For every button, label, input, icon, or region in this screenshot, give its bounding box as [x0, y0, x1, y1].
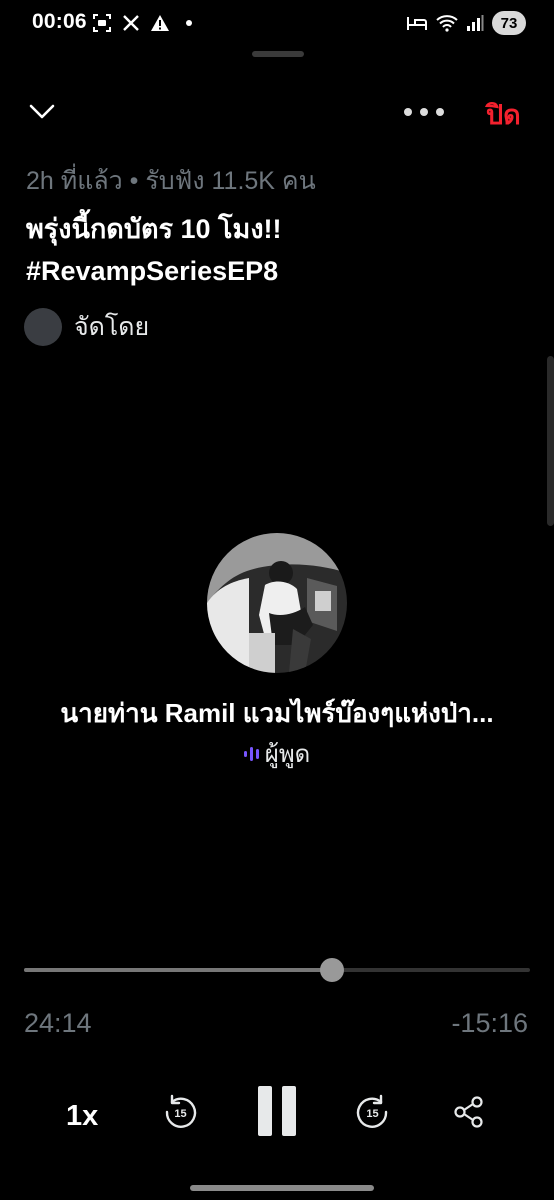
share-icon	[454, 1096, 483, 1128]
forward-15-button[interactable]: 15	[355, 1094, 391, 1130]
playback-speed-button[interactable]: 1x	[66, 1100, 98, 1133]
x-logo-icon	[123, 15, 139, 31]
rewind-15-button[interactable]: 15	[162, 1094, 198, 1130]
speaker-avatar[interactable]	[207, 533, 347, 673]
collapse-button[interactable]	[26, 96, 58, 128]
progress-thumb[interactable]	[319, 958, 344, 982]
pause-icon-bar	[282, 1086, 296, 1136]
forward-icon: 15	[356, 1094, 388, 1128]
host-avatar[interactable]	[24, 308, 62, 346]
bed-icon	[407, 17, 427, 30]
scrollbar[interactable]	[547, 356, 554, 526]
more-icon-dot	[420, 108, 428, 116]
more-icon-dot	[436, 108, 444, 116]
progress-fill	[24, 968, 332, 972]
speaker-name: นายท่าน Ramil แวมไพร์บ๊องๆแห่งป่า...	[60, 698, 494, 728]
share-button[interactable]	[452, 1095, 486, 1129]
rewind-seconds: 15	[174, 1108, 186, 1120]
host-label: จัดโดย	[74, 313, 150, 341]
status-time: 00:06	[32, 10, 87, 33]
speaker-role: ผู้พูด	[0, 734, 554, 773]
wifi-icon	[436, 15, 458, 32]
status-icons-right: 73	[406, 11, 526, 35]
space-title: พรุ่งนี้กดบัตร 10 โมง!! #RevampSeriesEP8	[26, 214, 282, 286]
speaker-role-label: ผู้พูด	[264, 741, 311, 768]
more-icon-dot	[404, 108, 412, 116]
close-button[interactable]: ปิด	[486, 93, 521, 136]
pause-button[interactable]	[255, 1086, 299, 1138]
time-elapsed: 24:14	[24, 1008, 92, 1038]
speaker-photo	[207, 533, 347, 673]
time-remaining: -15:16	[451, 1008, 528, 1038]
home-indicator[interactable]	[190, 1185, 374, 1191]
sheet-handle[interactable]	[252, 51, 304, 57]
speaking-wave-icon	[243, 746, 259, 761]
pause-icon-bar	[258, 1086, 272, 1136]
rewind-icon: 15	[165, 1094, 197, 1128]
host-row[interactable]: จัดโดย	[24, 307, 149, 347]
warning-icon	[151, 15, 169, 31]
forward-seconds: 15	[366, 1108, 378, 1120]
more-button[interactable]	[404, 100, 444, 124]
signal-icon	[467, 15, 484, 31]
space-meta: 2h ที่แล้ว • รับฟัง 11.5K คน	[26, 167, 316, 195]
status-icons-left	[92, 13, 192, 33]
battery-indicator: 73	[492, 11, 526, 35]
chevron-down-icon	[29, 104, 55, 119]
dot-icon	[186, 20, 192, 26]
screenshot-icon	[93, 14, 111, 32]
